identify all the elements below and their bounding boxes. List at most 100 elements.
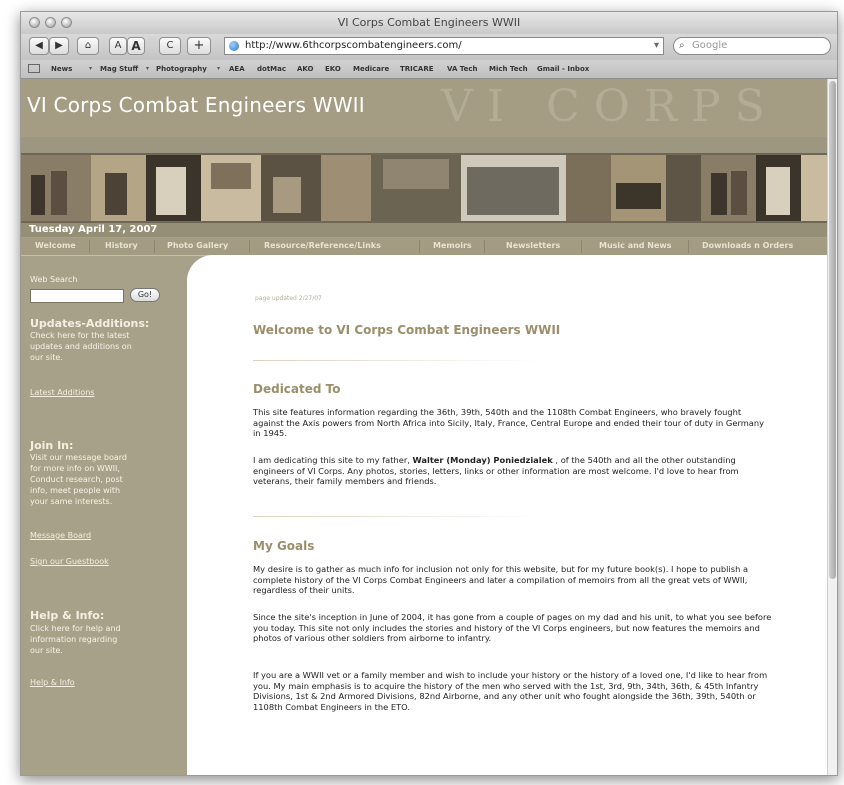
banner-photo <box>801 155 827 221</box>
bookmark-photography[interactable]: Photography <box>156 65 207 73</box>
guestbook-link[interactable]: Sign our Guestbook <box>30 557 109 566</box>
back-button[interactable]: ◀ <box>29 37 49 55</box>
header-band <box>21 137 827 153</box>
join-text-line: Conduct research, post <box>30 475 123 484</box>
dedicated-paragraph: This site features information regarding… <box>253 407 765 438</box>
nav-welcome[interactable]: Welcome <box>35 241 76 250</box>
go-button[interactable]: Go! <box>130 288 160 302</box>
updates-text-line: updates and additions on <box>30 342 132 351</box>
address-bar[interactable]: http://www.6thcorpscombatengineers.com/ … <box>224 37 664 55</box>
dedication-paragraph: I am dedicating this site to my father, … <box>253 455 773 487</box>
nav-history[interactable]: History <box>105 241 138 250</box>
join-heading: Join In: <box>30 439 74 452</box>
browser-window: VI Corps Combat Engineers WWII ◀ ▶ ⌂ A A… <box>20 11 838 776</box>
text-smaller-button[interactable]: A <box>109 37 127 55</box>
photo-banner <box>21 153 827 223</box>
bookmark-ako[interactable]: AKO <box>297 65 313 73</box>
join-text-line: for more info on WWII, <box>30 464 120 473</box>
bookmark-medicare[interactable]: Medicare <box>353 65 389 73</box>
bookmark-gmail[interactable]: Gmail - Inbox <box>537 65 589 73</box>
banner-photo <box>666 155 701 221</box>
bookmark-news[interactable]: News <box>51 65 72 73</box>
help-heading: Help & Info: <box>30 609 105 622</box>
nav-music-news[interactable]: Music and News <box>599 241 672 250</box>
message-board-link[interactable]: Message Board <box>30 531 91 540</box>
forward-button[interactable]: ▶ <box>49 37 69 55</box>
browser-toolbar: ◀ ▶ ⌂ A A C + http://www.6thcorpscombate… <box>21 34 837 60</box>
updates-text-line: our site. <box>30 353 63 362</box>
banner-photo-figure <box>766 167 790 215</box>
bookmarks-bar: News ▾ Mag Stuff ▾ Photography ▾ AEA dot… <box>21 60 837 79</box>
reload-button[interactable]: C <box>159 37 181 55</box>
back-arrow-icon: ◀ <box>35 40 43 51</box>
nav-divider <box>484 240 485 253</box>
bookmark-dotmac[interactable]: dotMac <box>257 65 286 73</box>
chevron-down-icon: ▾ <box>146 65 150 72</box>
dedication-text: I am dedicating this site to my father, <box>253 455 413 465</box>
web-search-input[interactable] <box>30 289 124 303</box>
banner-photo-jeep <box>616 183 661 209</box>
banner-photo-figure <box>51 171 67 215</box>
bookmark-va-tech[interactable]: VA Tech <box>447 65 478 73</box>
add-bookmark-button[interactable]: + <box>187 37 211 55</box>
help-text-line: information regarding <box>30 635 118 644</box>
date-band: Tuesday April 17, 2007 <box>21 223 827 237</box>
plus-icon: + <box>193 38 205 53</box>
text-smaller-label: A <box>114 40 122 51</box>
search-field[interactable]: ⌕ Google <box>673 37 831 55</box>
nav-downloads[interactable]: Downloads n Orders <box>702 241 793 250</box>
section-divider <box>253 516 543 517</box>
web-search-label: Web Search <box>30 275 78 284</box>
latest-additions-link[interactable]: Latest Additions <box>30 388 94 397</box>
header-watermark: VI CORPS <box>441 81 779 132</box>
home-icon: ⌂ <box>84 40 92 51</box>
welcome-title: Welcome to VI Corps Combat Engineers WWI… <box>253 323 561 337</box>
search-placeholder: Google <box>692 40 728 51</box>
web-page: VI CORPS VI Corps Combat Engineers WWII <box>21 79 827 775</box>
url-text: http://www.6thcorpscombatengineers.com/ <box>245 40 462 51</box>
nav-divider <box>688 240 689 253</box>
banner-photo-figure <box>105 173 127 215</box>
nav-resources[interactable]: Resource/Reference/Links <box>264 241 381 250</box>
bookmark-mag-stuff[interactable]: Mag Stuff <box>100 65 138 73</box>
banner-photo <box>701 155 756 221</box>
nav-divider <box>154 240 155 253</box>
nav-newsletters[interactable]: Newsletters <box>506 241 560 250</box>
forward-arrow-icon: ▶ <box>55 40 63 51</box>
banner-photo-group-people <box>467 167 559 215</box>
title-bar: VI Corps Combat Engineers WWII <box>21 12 837 35</box>
goals-heading: My Goals <box>253 539 315 553</box>
updates-text-line: Check here for the latest <box>30 331 130 340</box>
main-content: page updated 2/27/07 Welcome to VI Corps… <box>187 255 827 775</box>
nav-photo-gallery[interactable]: Photo Gallery <box>167 241 228 250</box>
page-scrollbar[interactable] <box>827 79 837 775</box>
nav-memoirs[interactable]: Memoirs <box>433 241 472 250</box>
bookmarks-book-icon[interactable] <box>28 64 40 73</box>
nav-divider <box>89 240 90 253</box>
bookmark-mich-tech[interactable]: Mich Tech <box>489 65 528 73</box>
goals-paragraph: Since the site's inception in June of 20… <box>253 612 772 643</box>
join-text-line: your same interests. <box>30 497 113 506</box>
banner-photo-figure <box>273 177 301 213</box>
help-text-line: Click here for help and <box>30 624 121 633</box>
goals-paragraph: If you are a WWII vet or a family member… <box>253 670 768 712</box>
goals-paragraph: My desire is to gather as much info for … <box>253 564 749 595</box>
text-bigger-button[interactable]: A <box>127 37 145 55</box>
section-divider <box>253 360 543 361</box>
bookmark-eko[interactable]: EKO <box>325 65 341 73</box>
site-globe-icon <box>229 41 239 51</box>
banner-photo-building <box>211 163 251 189</box>
window-title: VI Corps Combat Engineers WWII <box>337 16 521 29</box>
address-dropdown-icon[interactable]: ▾ <box>654 38 659 54</box>
help-info-link[interactable]: Help & Info <box>30 678 75 687</box>
banner-photo <box>566 155 611 221</box>
bookmark-aea[interactable]: AEA <box>229 65 245 73</box>
nav-divider <box>581 240 582 253</box>
bookmark-tricare[interactable]: TRICARE <box>400 65 434 73</box>
join-text-line: info, meet people with <box>30 486 121 495</box>
home-button[interactable]: ⌂ <box>77 37 99 55</box>
page-updated-date: page updated 2/27/07 <box>255 295 322 302</box>
site-title: VI Corps Combat Engineers WWII <box>27 93 365 117</box>
main-nav: Welcome History Photo Gallery Resource/R… <box>21 238 827 256</box>
scrollbar-thumb[interactable] <box>829 81 836 579</box>
